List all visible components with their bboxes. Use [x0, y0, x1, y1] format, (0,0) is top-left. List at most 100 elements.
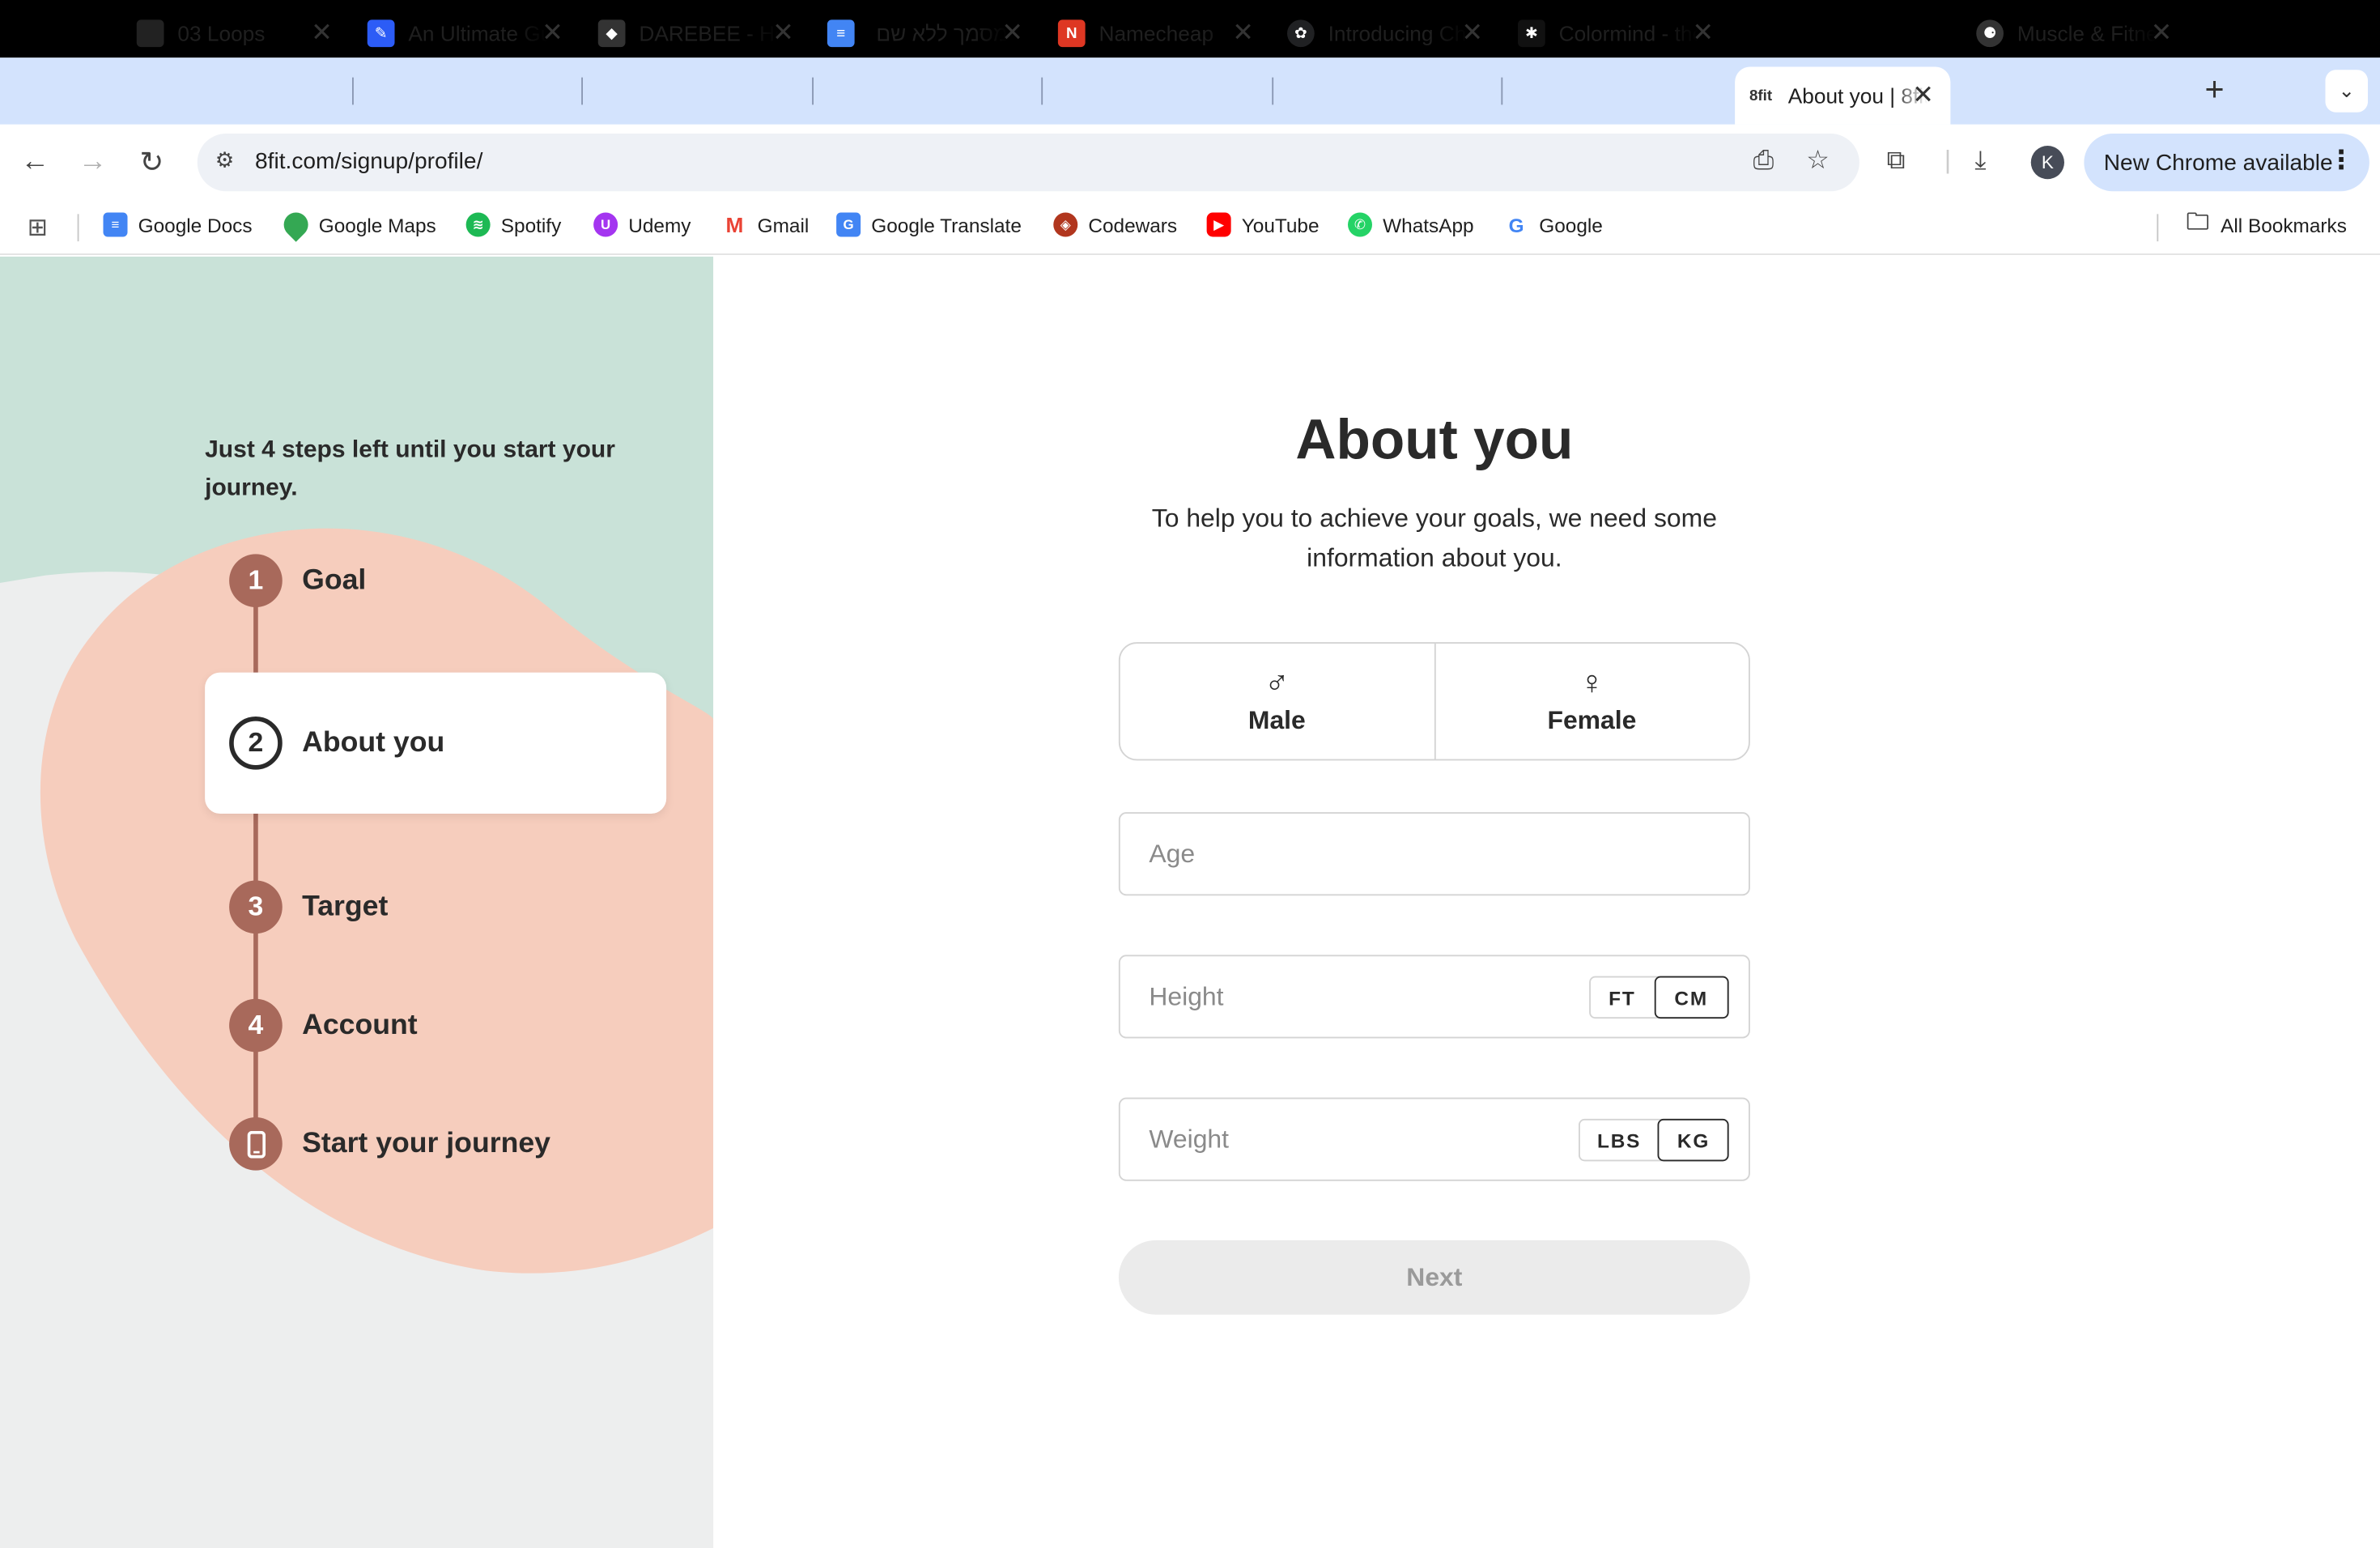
unit-cm-button[interactable]: CM	[1653, 976, 1729, 1019]
tab-1[interactable]: 03 Loops ✕	[136, 9, 350, 57]
apps-grid-icon[interactable]: ⊞	[28, 213, 48, 244]
toolbar-divider: |	[1944, 146, 1952, 175]
weight-field: LBS KG	[1118, 1097, 1750, 1181]
bookmark-google-maps[interactable]: Google Maps	[278, 207, 436, 242]
tab-5[interactable]: N Namecheap ✕	[1057, 9, 1271, 57]
pen-favicon: ✎	[367, 19, 395, 48]
forward-icon[interactable]: →	[74, 146, 111, 179]
tab-title: Muscle & Fitness	[2017, 21, 2157, 46]
tab-3[interactable]: ◆ DAREBEE - Home ✕	[597, 9, 811, 57]
age-input[interactable]	[1121, 814, 1562, 893]
tab-7[interactable]: ✱ Colormind - the AI ✕	[1518, 9, 1731, 57]
bookmark-google-docs[interactable]: ≡ Google Docs	[103, 212, 253, 237]
next-button[interactable]: Next	[1118, 1240, 1750, 1315]
close-icon[interactable]: ✕	[2146, 19, 2177, 49]
tab-title: מסמך ללא שם	[876, 21, 1008, 46]
close-icon[interactable]: ✕	[307, 19, 338, 49]
tab-strip	[0, 57, 2380, 125]
tab-title: An Ultimate Guide	[408, 21, 548, 46]
close-icon[interactable]: ✕	[538, 19, 568, 49]
reload-icon[interactable]: ↻	[134, 146, 170, 181]
bookmark-whatsapp[interactable]: ✆ WhatsApp	[1348, 212, 1474, 237]
new-chrome-available-button[interactable]: New Chrome available ⋮	[2084, 134, 2369, 192]
install-app-icon[interactable]: ⎙	[1753, 146, 1774, 176]
bookmark-label: Spotify	[500, 213, 562, 236]
tab-6[interactable]: ✿ Introducing ChatGPT ✕	[1287, 9, 1500, 57]
bookmark-label: Udemy	[628, 213, 691, 236]
kebab-menu-icon[interactable]: ⋮	[2328, 146, 2354, 176]
bookmark-youtube[interactable]: ▶ YouTube	[1206, 212, 1320, 237]
step-target: 3 Target	[229, 880, 389, 934]
dumbbell-favicon: ⚈	[1976, 19, 2004, 48]
step-number: 3	[229, 880, 283, 934]
step-number: 1	[229, 554, 283, 607]
back-icon[interactable]: ←	[17, 146, 53, 179]
docs-icon: ≡	[103, 212, 128, 237]
all-bookmarks-button[interactable]: 🗀 All Bookmarks	[2186, 209, 2347, 237]
gender-selector: ♂ Male ♀ Female	[1118, 642, 1750, 761]
height-field: FT CM	[1118, 955, 1750, 1039]
male-label: Male	[1247, 705, 1306, 735]
tab-title: About you | 8fit	[1787, 83, 1928, 108]
bookmark-gmail[interactable]: M Gmail	[722, 212, 810, 237]
weight-unit-toggle: LBS KG	[1579, 1118, 1729, 1162]
tab-separator	[1272, 77, 1274, 105]
bookmark-label: Codewars	[1088, 213, 1178, 236]
step-about-you-current: 2 About you	[205, 672, 667, 814]
step-number: 2	[229, 717, 283, 770]
url-text[interactable]: 8fit.com/signup/profile/	[255, 149, 482, 175]
male-symbol-icon: ♂	[1264, 663, 1290, 702]
address-bar[interactable]: ⚙ 8fit.com/signup/profile/ ⎙ ☆	[197, 134, 1859, 192]
step-label: Target	[302, 890, 389, 923]
tab-separator	[352, 77, 354, 105]
tab-title: Introducing ChatGPT	[1328, 21, 1468, 46]
step-account: 4 Account	[229, 998, 418, 1053]
all-bookmarks-label: All Bookmarks	[2221, 213, 2347, 236]
tab-search-icon[interactable]: ⌄	[2325, 70, 2368, 113]
gmail-icon: M	[722, 212, 747, 237]
extensions-icon[interactable]: ⧉	[1887, 146, 1906, 176]
bookmark-google[interactable]: G Google	[1504, 212, 1603, 237]
tab-2[interactable]: ✎ An Ultimate Guide ✕	[367, 9, 580, 57]
unit-kg-button[interactable]: KG	[1658, 1118, 1729, 1162]
bookmark-codewars[interactable]: ◈ Codewars	[1053, 212, 1178, 237]
bookmark-spotify[interactable]: ≋ Spotify	[465, 212, 562, 237]
tab-9[interactable]: ⚈ Muscle & Fitness ✕	[1976, 9, 2189, 57]
close-icon[interactable]: ✕	[1908, 80, 1939, 111]
height-input[interactable]	[1121, 958, 1562, 1036]
tab-separator	[1501, 77, 1503, 105]
namecheap-favicon: N	[1057, 19, 1086, 48]
codewars-icon: ◈	[1053, 212, 1078, 237]
site-settings-icon[interactable]: ⚙	[210, 147, 240, 178]
female-button[interactable]: ♀ Female	[1433, 644, 1749, 759]
close-icon[interactable]: ✕	[768, 19, 799, 49]
tab-title: Colormind - the AI	[1558, 21, 1699, 46]
unit-ft-button[interactable]: FT	[1591, 978, 1654, 1018]
tab-separator	[581, 77, 583, 105]
weight-input[interactable]	[1121, 1100, 1562, 1178]
close-icon[interactable]: ✕	[1228, 19, 1259, 49]
new-tab-icon[interactable]: +	[2198, 70, 2231, 109]
bookmark-label: WhatsApp	[1383, 213, 1474, 236]
steps-panel: Just 4 steps left until you start your j…	[0, 256, 714, 1548]
tab-4[interactable]: ≡ מסמך ללא שם ✕	[827, 9, 1040, 57]
downloads-icon[interactable]: ⤓	[1974, 146, 1986, 176]
bookmark-google-translate[interactable]: G Google Translate	[836, 212, 1022, 237]
bookmark-udemy[interactable]: U Udemy	[593, 212, 691, 237]
image-favicon	[136, 19, 164, 48]
page-subtitle: To help you to achieve your goals, we ne…	[1151, 504, 1717, 572]
about-you-form: About you To help you to achieve your go…	[713, 256, 2380, 1548]
close-icon[interactable]: ✕	[1457, 19, 1488, 49]
step-label: Account	[302, 1008, 418, 1041]
docs-favicon: ≡	[827, 19, 855, 48]
tab-8fit-active[interactable]: 8fit About you | 8fit ✕	[1735, 66, 1951, 125]
female-label: Female	[1547, 705, 1637, 735]
avatar[interactable]: K	[2030, 146, 2064, 180]
bookmark-star-icon[interactable]: ☆	[1806, 146, 1830, 176]
unit-lbs-button[interactable]: LBS	[1580, 1121, 1659, 1160]
close-icon[interactable]: ✕	[997, 19, 1028, 49]
bookmark-divider	[2157, 214, 2159, 242]
male-button[interactable]: ♂ Male	[1120, 644, 1434, 759]
bookmark-label: Gmail	[757, 213, 810, 236]
close-icon[interactable]: ✕	[1688, 19, 1719, 49]
